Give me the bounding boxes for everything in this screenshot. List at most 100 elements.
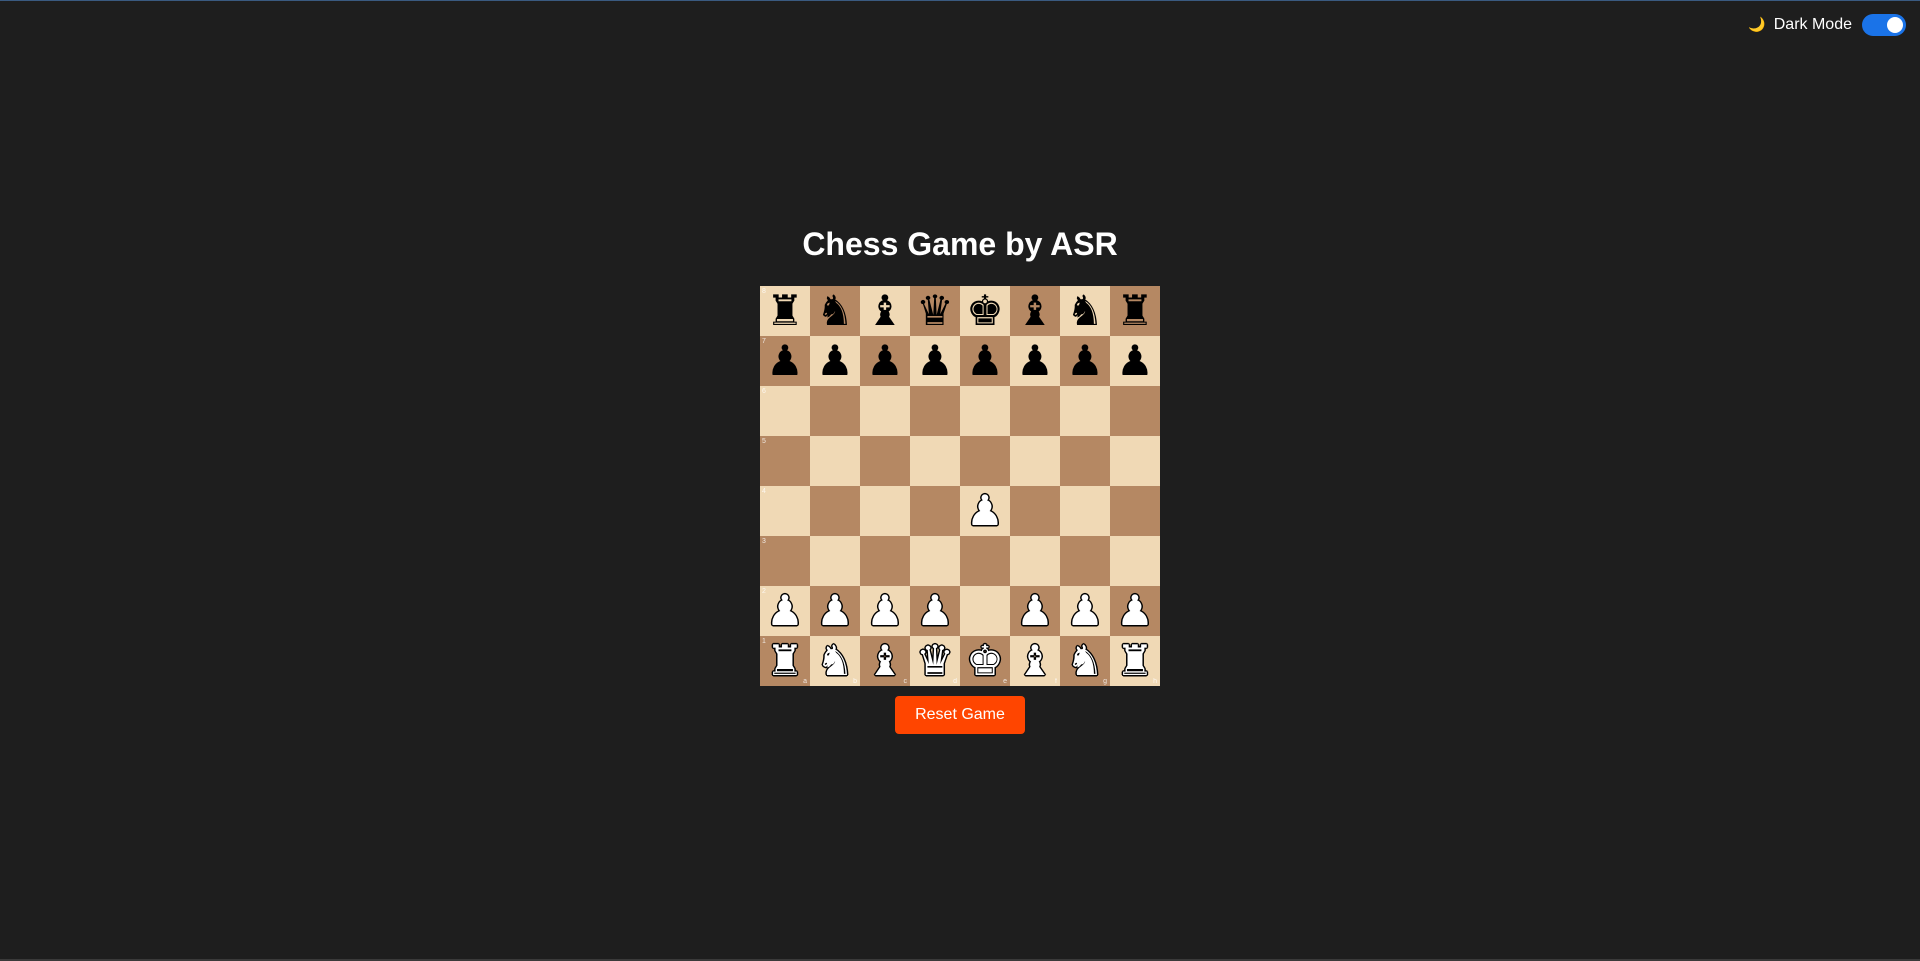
- square-c2[interactable]: ♟: [860, 586, 910, 636]
- square-c4[interactable]: [860, 486, 910, 536]
- square-c6[interactable]: [860, 386, 910, 436]
- black-pawn-icon[interactable]: ♟: [866, 336, 904, 386]
- square-b1[interactable]: b ♞: [810, 636, 860, 686]
- square-a8[interactable]: 8 ♜: [760, 286, 810, 336]
- white-pawn-icon[interactable]: ♟: [1016, 586, 1054, 636]
- black-pawn-icon[interactable]: ♟: [916, 336, 954, 386]
- white-king-icon[interactable]: ♚: [966, 636, 1004, 686]
- square-d6[interactable]: [910, 386, 960, 436]
- white-bishop-icon[interactable]: ♝: [866, 636, 904, 686]
- square-g4[interactable]: [1060, 486, 1110, 536]
- black-bishop-icon[interactable]: ♝: [866, 286, 904, 336]
- square-d2[interactable]: ♟: [910, 586, 960, 636]
- square-b2[interactable]: ♟: [810, 586, 860, 636]
- square-f8[interactable]: ♝: [1010, 286, 1060, 336]
- square-h7[interactable]: ♟: [1110, 336, 1160, 386]
- reset-game-button[interactable]: Reset Game: [895, 696, 1025, 734]
- square-e7[interactable]: ♟: [960, 336, 1010, 386]
- square-d8[interactable]: ♛: [910, 286, 960, 336]
- square-d3[interactable]: [910, 536, 960, 586]
- square-e8[interactable]: ♚: [960, 286, 1010, 336]
- square-a1[interactable]: 1 a ♜: [760, 636, 810, 686]
- black-rook-icon[interactable]: ♜: [766, 286, 804, 336]
- square-a2[interactable]: 2 ♟: [760, 586, 810, 636]
- square-d7[interactable]: ♟: [910, 336, 960, 386]
- square-e3[interactable]: [960, 536, 1010, 586]
- square-f5[interactable]: [1010, 436, 1060, 486]
- square-g8[interactable]: ♞: [1060, 286, 1110, 336]
- black-rook-icon[interactable]: ♜: [1116, 286, 1154, 336]
- square-g7[interactable]: ♟: [1060, 336, 1110, 386]
- white-rook-icon[interactable]: ♜: [766, 636, 804, 686]
- square-h5[interactable]: [1110, 436, 1160, 486]
- white-pawn-icon[interactable]: ♟: [766, 586, 804, 636]
- square-a5[interactable]: 5: [760, 436, 810, 486]
- black-pawn-icon[interactable]: ♟: [1016, 336, 1054, 386]
- square-a6[interactable]: 6: [760, 386, 810, 436]
- white-bishop-icon[interactable]: ♝: [1016, 636, 1054, 686]
- square-f7[interactable]: ♟: [1010, 336, 1060, 386]
- square-f1[interactable]: f ♝: [1010, 636, 1060, 686]
- square-h2[interactable]: ♟: [1110, 586, 1160, 636]
- black-pawn-icon[interactable]: ♟: [966, 336, 1004, 386]
- chess-board: 8 ♜ ♞ ♝ ♛ ♚ ♝ ♞ ♜ 7 ♟ ♟ ♟ ♟ ♟ ♟ ♟ ♟ 6 5 4 ♟ 3 2 ♟ ♟ ♟ ♟ ♟ ♟ ♟ 1 a ♜ b ♞ c ♝ d ♛…: [760, 286, 1160, 686]
- square-a7[interactable]: 7 ♟: [760, 336, 810, 386]
- square-c3[interactable]: [860, 536, 910, 586]
- square-b5[interactable]: [810, 436, 860, 486]
- square-e5[interactable]: [960, 436, 1010, 486]
- black-pawn-icon[interactable]: ♟: [1116, 336, 1154, 386]
- black-knight-icon[interactable]: ♞: [816, 286, 854, 336]
- square-g1[interactable]: g ♞: [1060, 636, 1110, 686]
- square-b4[interactable]: [810, 486, 860, 536]
- square-c1[interactable]: c ♝: [860, 636, 910, 686]
- white-pawn-icon[interactable]: ♟: [916, 586, 954, 636]
- square-f2[interactable]: ♟: [1010, 586, 1060, 636]
- square-b6[interactable]: [810, 386, 860, 436]
- white-pawn-icon[interactable]: ♟: [816, 586, 854, 636]
- square-g6[interactable]: [1060, 386, 1110, 436]
- square-h4[interactable]: [1110, 486, 1160, 536]
- square-d5[interactable]: [910, 436, 960, 486]
- dark-mode-toggle[interactable]: 🌙 Dark Mode: [1748, 14, 1906, 36]
- square-f6[interactable]: [1010, 386, 1060, 436]
- square-g3[interactable]: [1060, 536, 1110, 586]
- square-f4[interactable]: [1010, 486, 1060, 536]
- square-g2[interactable]: ♟: [1060, 586, 1110, 636]
- square-e2[interactable]: [960, 586, 1010, 636]
- square-c5[interactable]: [860, 436, 910, 486]
- black-king-icon[interactable]: ♚: [966, 286, 1004, 336]
- square-a3[interactable]: 3: [760, 536, 810, 586]
- black-bishop-icon[interactable]: ♝: [1016, 286, 1054, 336]
- black-pawn-icon[interactable]: ♟: [1066, 336, 1104, 386]
- white-pawn-icon[interactable]: ♟: [1066, 586, 1104, 636]
- dark-mode-switch[interactable]: [1862, 14, 1906, 36]
- square-b3[interactable]: [810, 536, 860, 586]
- square-c7[interactable]: ♟: [860, 336, 910, 386]
- square-e6[interactable]: [960, 386, 1010, 436]
- square-b7[interactable]: ♟: [810, 336, 860, 386]
- white-pawn-icon[interactable]: ♟: [1116, 586, 1154, 636]
- square-d4[interactable]: [910, 486, 960, 536]
- square-c8[interactable]: ♝: [860, 286, 910, 336]
- square-h8[interactable]: ♜: [1110, 286, 1160, 336]
- black-queen-icon[interactable]: ♛: [916, 286, 954, 336]
- square-b8[interactable]: ♞: [810, 286, 860, 336]
- white-pawn-icon[interactable]: ♟: [866, 586, 904, 636]
- white-queen-icon[interactable]: ♛: [916, 636, 954, 686]
- square-g5[interactable]: [1060, 436, 1110, 486]
- white-knight-icon[interactable]: ♞: [816, 636, 854, 686]
- black-pawn-icon[interactable]: ♟: [766, 336, 804, 386]
- square-h1[interactable]: h ♜: [1110, 636, 1160, 686]
- white-pawn-icon[interactable]: ♟: [966, 486, 1004, 536]
- white-rook-icon[interactable]: ♜: [1116, 636, 1154, 686]
- square-d1[interactable]: d ♛: [910, 636, 960, 686]
- square-h6[interactable]: [1110, 386, 1160, 436]
- square-e4[interactable]: ♟: [960, 486, 1010, 536]
- square-f3[interactable]: [1010, 536, 1060, 586]
- black-pawn-icon[interactable]: ♟: [816, 336, 854, 386]
- square-h3[interactable]: [1110, 536, 1160, 586]
- white-knight-icon[interactable]: ♞: [1066, 636, 1104, 686]
- square-e1[interactable]: e ♚: [960, 636, 1010, 686]
- square-a4[interactable]: 4: [760, 486, 810, 536]
- black-knight-icon[interactable]: ♞: [1066, 286, 1104, 336]
